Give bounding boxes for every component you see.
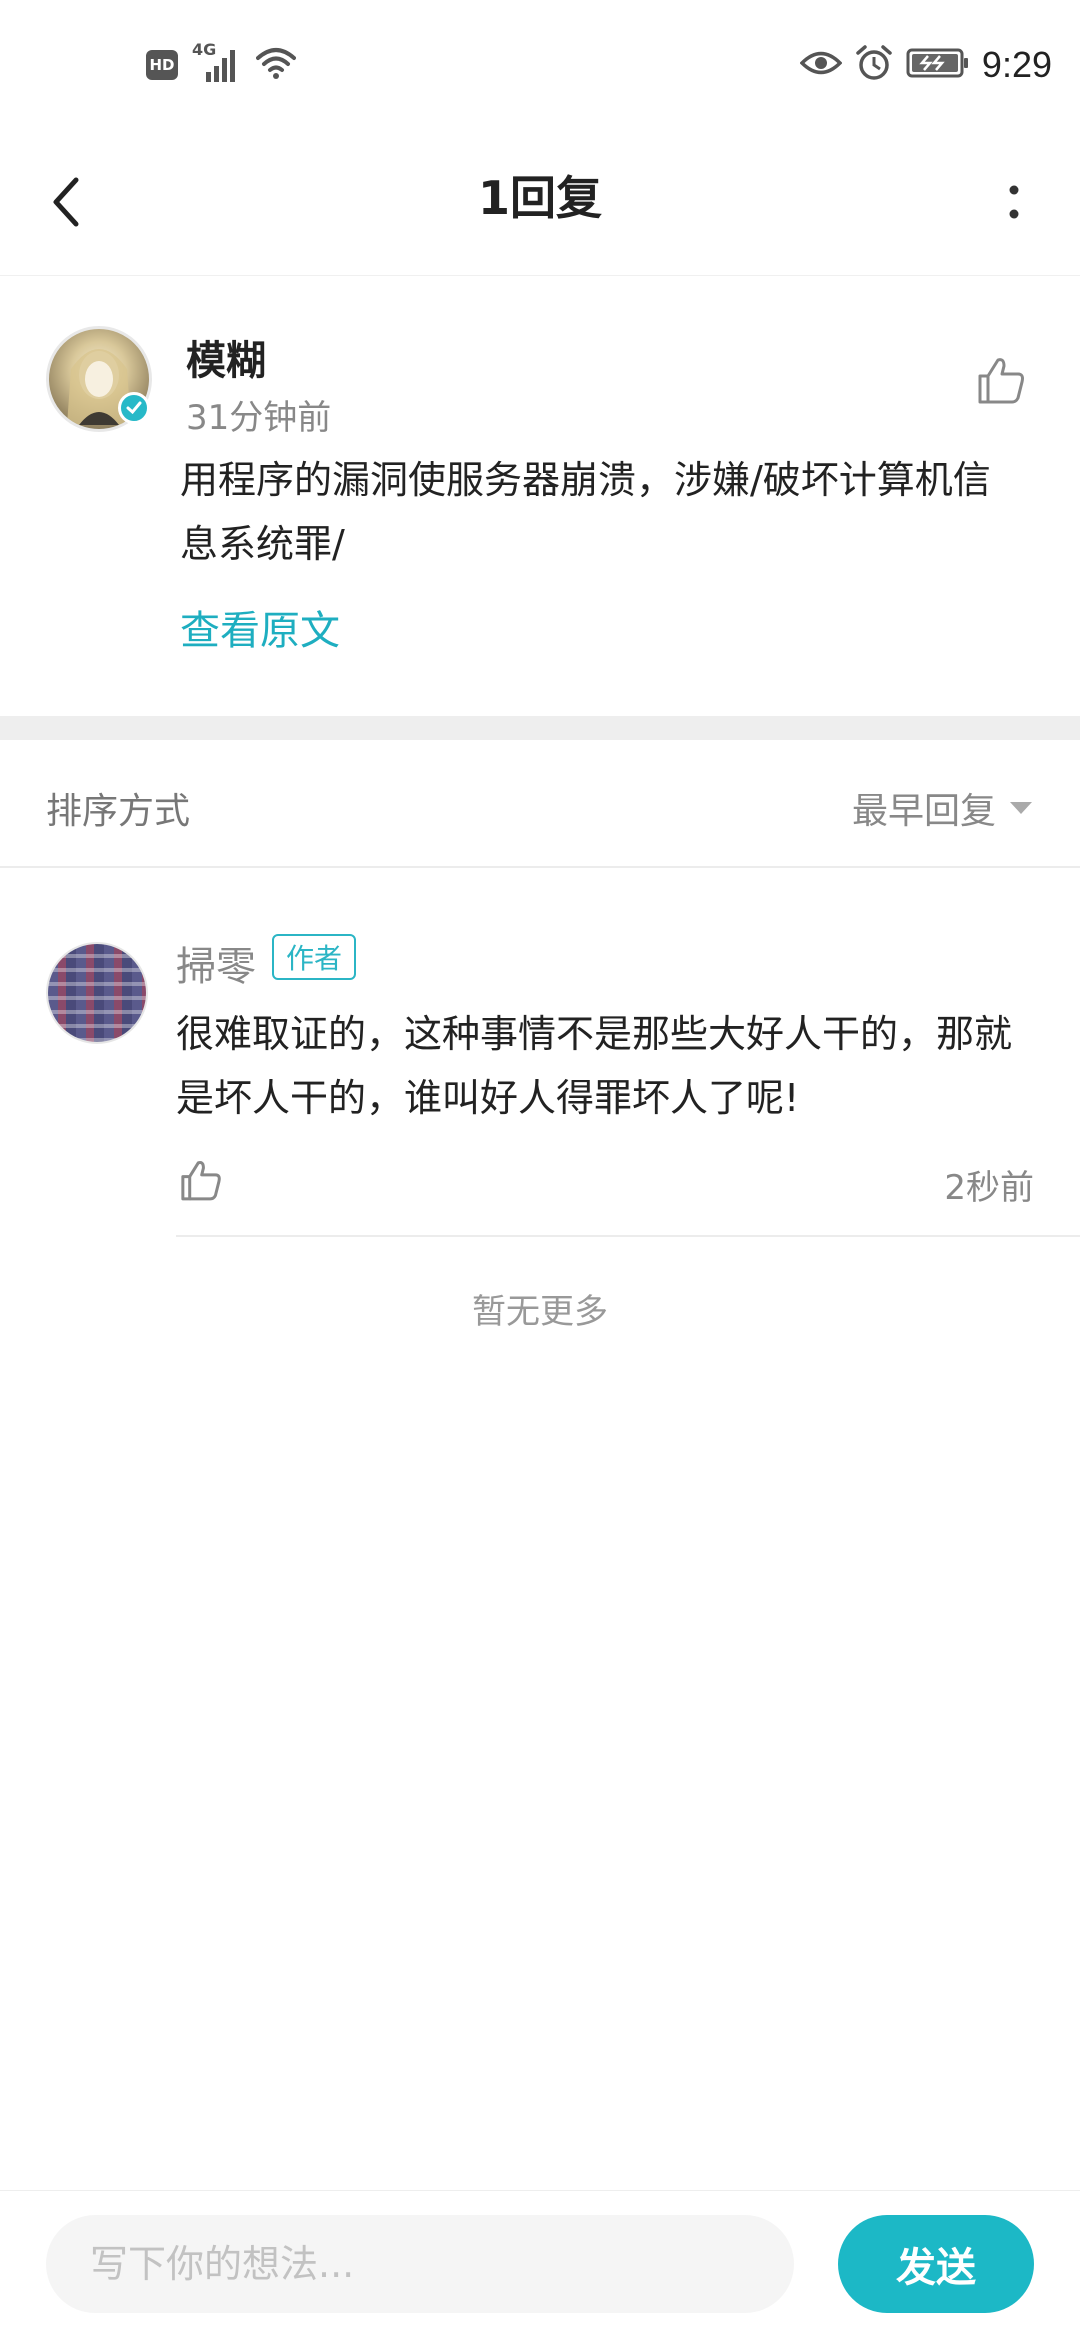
page-title: 1回复: [477, 171, 602, 225]
reply-timestamp: 2秒前: [944, 1168, 1034, 1208]
section-divider: [0, 716, 1080, 740]
list-item: 掃零 作者 很难取证的，这种事情不是那些大好人干的，那就是坏人干的，谁叫好人得罪…: [0, 868, 1080, 1238]
thumbs-up-icon: [978, 358, 1024, 404]
reply-author-name[interactable]: 掃零: [176, 934, 256, 992]
battery-icon: [906, 47, 970, 83]
view-original-link[interactable]: 查看原文: [180, 598, 340, 656]
author-badge: 作者: [272, 934, 357, 980]
reply-divider: [176, 1235, 1080, 1237]
checkmark-icon: [126, 401, 142, 415]
reply-detail-screen: HD 4G 9:29 1回复 模糊 31分钟前 用程序的漏洞使服务器崩溃，涉嫌/…: [0, 0, 1080, 2340]
sort-dropdown[interactable]: 最早回复: [852, 782, 1034, 834]
signal-icon: 4G: [192, 40, 242, 84]
sort-row: 排序方式 最早回复: [0, 740, 1080, 868]
status-bar-left: HD 4G: [146, 40, 296, 86]
reply-text: 很难取证的，这种事情不是那些大好人干的，那就是坏人干的，谁叫好人得罪坏人了呢!: [176, 1012, 1013, 1120]
avatar[interactable]: [46, 942, 148, 1044]
reply-input-bar: 发送: [0, 2190, 1080, 2340]
more-vertical-icon: [1009, 185, 1019, 219]
more-options-button[interactable]: [982, 170, 1046, 234]
status-time: 9:29: [981, 44, 1052, 85]
send-button[interactable]: 发送: [838, 2215, 1034, 2313]
original-comment: 模糊 31分钟前 用程序的漏洞使服务器崩溃，涉嫌/破坏计算机信息系统罪/ 查看原…: [0, 276, 1080, 716]
thumbs-up-icon: [181, 1161, 221, 1201]
comment-timestamp: 31分钟前: [186, 398, 332, 438]
status-bar-right: 9:29: [799, 40, 1052, 90]
reply-input[interactable]: [46, 2215, 794, 2313]
verified-badge: [118, 392, 150, 424]
reply-like-button[interactable]: [176, 1156, 224, 1204]
hd-icon: HD: [146, 50, 178, 80]
caret-down-icon: [1010, 802, 1032, 814]
top-app-bar: 1回复: [0, 130, 1080, 276]
comment-text: 用程序的漏洞使服务器崩溃，涉嫌/破坏计算机信息系统罪/: [180, 458, 991, 566]
sort-label: 排序方式: [46, 791, 191, 832]
no-more-label: 暂无更多: [472, 1292, 608, 1332]
status-bar: HD 4G 9:29: [0, 0, 1080, 130]
wifi-icon: [256, 46, 296, 84]
like-button[interactable]: [972, 352, 1028, 408]
sort-value: 最早回复: [851, 791, 996, 832]
eye-icon: [799, 48, 843, 82]
comment-author-name[interactable]: 模糊: [186, 328, 266, 386]
alarm-icon: [854, 43, 894, 87]
